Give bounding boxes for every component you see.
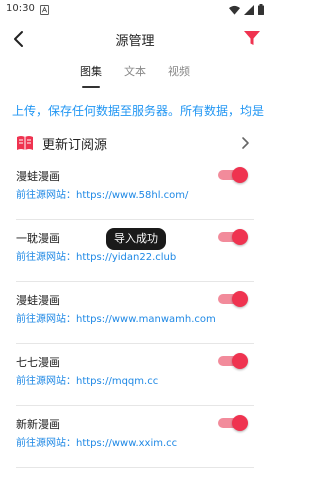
- status-bar: 10:30: [0, 0, 270, 20]
- status-time: 10:30: [6, 3, 35, 14]
- list-item[interactable]: 七七漫画 前往源网站：https://mqqm.cc: [16, 344, 254, 406]
- source-name: 七七漫画: [16, 356, 60, 369]
- toast-message: 导入成功: [106, 228, 166, 250]
- battery-icon: [258, 4, 264, 15]
- notice-marquee: 上传，保存任何数据至服务器。所有数据，均是: [12, 104, 265, 118]
- update-subscription-row[interactable]: 更新订阅源: [0, 130, 270, 156]
- list-item[interactable]: 漫蛙漫画 前往源网站：https://www.58hl.com/: [16, 158, 254, 220]
- list-item[interactable]: 新新漫画 前往源网站：https://www.xxim.cc: [16, 406, 254, 468]
- enable-toggle[interactable]: [218, 415, 248, 431]
- section-label: 更新订阅源: [42, 138, 108, 153]
- app-bar: 源管理: [0, 22, 270, 56]
- source-name: 一耽漫画: [16, 232, 60, 245]
- source-url-link[interactable]: 前往源网站：https://yidan22.club: [16, 248, 176, 263]
- status-icons: [229, 4, 264, 15]
- filter-icon[interactable]: [242, 28, 262, 48]
- enable-toggle[interactable]: [218, 229, 248, 245]
- source-name: 漫蛙漫画: [16, 170, 60, 183]
- list-item[interactable]: 漫蛙漫画 前往源网站：https://www.manwamh.com: [16, 282, 254, 344]
- tab-bar: 图集 文本 视频: [0, 62, 270, 90]
- source-url-link[interactable]: 前往源网站：https://mqqm.cc: [16, 372, 158, 387]
- tab-text[interactable]: 文本: [124, 62, 146, 88]
- page-title: 源管理: [115, 34, 155, 49]
- source-url-link[interactable]: 前往源网站：https://www.manwamh.com: [16, 310, 216, 325]
- source-name: 漫蛙漫画: [16, 294, 60, 307]
- tab-images[interactable]: 图集: [80, 62, 102, 88]
- enable-toggle[interactable]: [218, 291, 248, 307]
- tab-video[interactable]: 视频: [168, 62, 190, 88]
- source-name: 新新漫画: [16, 418, 60, 431]
- enable-toggle[interactable]: [218, 167, 248, 183]
- source-url-link[interactable]: 前往源网站：https://www.58hl.com/: [16, 186, 188, 201]
- book-icon: [17, 136, 33, 150]
- enable-toggle[interactable]: [218, 353, 248, 369]
- wifi-icon: [229, 5, 240, 15]
- source-url-link[interactable]: 前往源网站：https://www.xxim.cc: [16, 434, 177, 449]
- source-list: 漫蛙漫画 前往源网站：https://www.58hl.com/ 一耽漫画 前往…: [0, 158, 270, 468]
- signal-icon: [244, 4, 254, 15]
- notification-a-icon: [40, 5, 49, 15]
- chevron-right-icon: [242, 137, 249, 149]
